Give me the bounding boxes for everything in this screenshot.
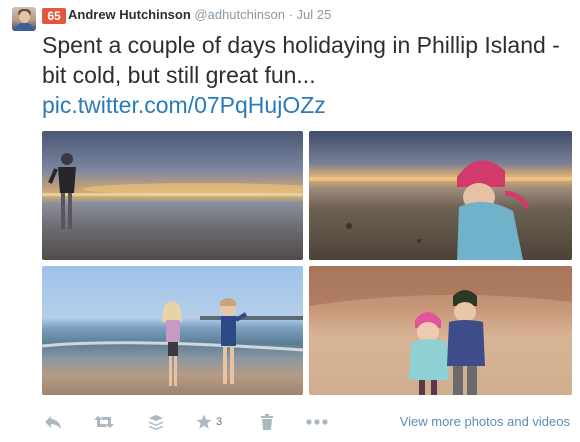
- favorite-button[interactable]: 3: [196, 410, 222, 434]
- klout-score-badge: 65: [42, 8, 66, 24]
- buffer-icon: [149, 415, 163, 430]
- photo-4-girl: [409, 312, 449, 395]
- photo-grid: [42, 131, 572, 395]
- retweet-icon: [94, 416, 114, 428]
- photo-2[interactable]: [309, 131, 572, 260]
- author-handle[interactable]: @adhutchinson: [194, 7, 285, 22]
- favorite-count: 3: [216, 416, 223, 428]
- photo-3[interactable]: [42, 266, 303, 395]
- photo-4-boy: [447, 290, 485, 395]
- tweet-header: Andrew Hutchinson @adhutchinson · Jul 25: [68, 7, 331, 23]
- buffer-button[interactable]: [148, 410, 164, 434]
- reply-icon: [45, 416, 61, 429]
- photo-1-person: [48, 153, 76, 229]
- tweet-text: Spent a couple of days holidaying in Phi…: [42, 30, 572, 120]
- photo-4[interactable]: [309, 266, 572, 395]
- tweet-photo-link[interactable]: pic.twitter.com/07PqHujOZz: [42, 92, 326, 118]
- star-icon: [196, 414, 212, 429]
- photo-2-scene: [309, 160, 572, 260]
- tweet-timestamp[interactable]: Jul 25: [297, 7, 332, 22]
- photo-1[interactable]: [42, 131, 303, 260]
- tweet-body: Spent a couple of days holidaying in Phi…: [42, 32, 560, 88]
- delete-icon: [261, 414, 273, 430]
- photo-4-scene: [309, 266, 572, 395]
- more-icon: [306, 419, 328, 425]
- photo-3-boy: [220, 298, 248, 384]
- delete-button[interactable]: [260, 410, 274, 434]
- more-button[interactable]: [306, 410, 328, 434]
- avatar-face: [19, 11, 30, 23]
- header-separator: ·: [288, 7, 293, 22]
- author-avatar[interactable]: [12, 7, 36, 31]
- photo-1-scene: [42, 153, 303, 229]
- retweet-button[interactable]: [94, 410, 114, 434]
- reply-button[interactable]: [44, 410, 62, 434]
- photo-2-child: [457, 160, 530, 260]
- author-name[interactable]: Andrew Hutchinson: [68, 7, 191, 22]
- avatar-shirt: [15, 23, 34, 31]
- view-more-photos-link[interactable]: View more photos and videos: [400, 414, 570, 429]
- photo-3-scene: [42, 298, 303, 386]
- tweet-actions: 3 View more photos and videos: [42, 410, 572, 434]
